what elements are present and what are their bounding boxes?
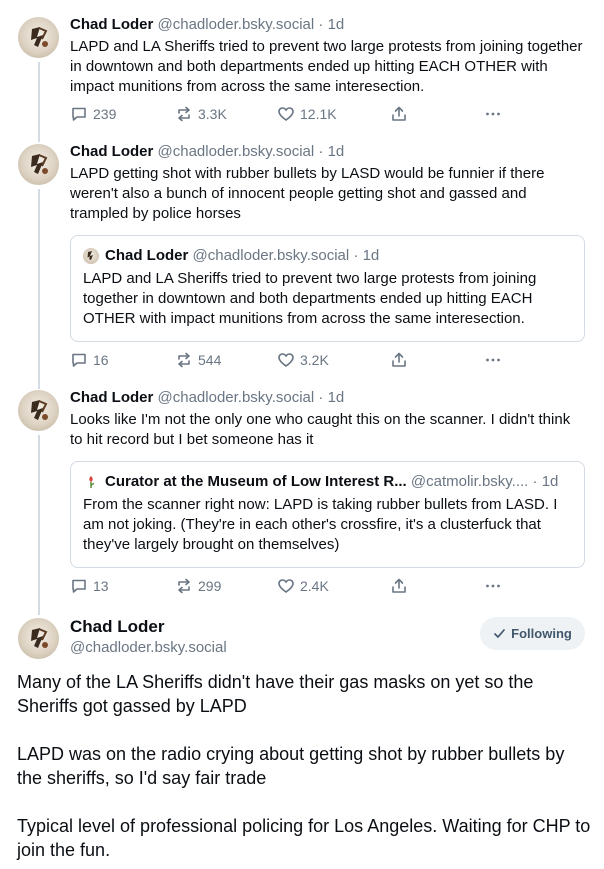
main-post-paragraph: LAPD was on the radio crying about getti… (17, 744, 565, 788)
reply-bubble-icon (72, 579, 86, 593)
author-handle[interactable]: @chadloder.bsky.social (158, 389, 315, 406)
more-dots-icon (486, 358, 500, 362)
separator-dot: · (532, 473, 538, 490)
separator-dot: · (353, 247, 359, 264)
reply-count: 16 (93, 352, 109, 368)
reply-button[interactable]: 16 (70, 350, 109, 370)
quote-text: LAPD and LA Sheriffs tried to prevent tw… (83, 270, 537, 327)
thread-post[interactable]: Chad Loder @chadloder.bsky.social · 1d L… (0, 0, 604, 135)
share-button[interactable] (390, 104, 408, 124)
thread-line (38, 435, 40, 615)
main-post-text: Many of the LA Sheriffs didn't have thei… (17, 670, 592, 869)
author-handle[interactable]: @chadloder.bsky.social (158, 16, 315, 33)
main-post-paragraph: Typical level of professional policing f… (17, 816, 591, 860)
quote-author-name: Curator at the Museum of Low Interest R.… (105, 473, 407, 490)
more-button[interactable] (484, 350, 502, 370)
avatar[interactable] (18, 144, 59, 185)
main-author-handle[interactable]: @chadloder.bsky.social (70, 639, 227, 657)
repost-count: 544 (198, 352, 222, 368)
like-count: 2.4K (300, 578, 329, 594)
separator-dot: · (318, 16, 324, 33)
reply-count: 239 (93, 106, 117, 122)
author-name[interactable]: Chad Loder (70, 16, 153, 33)
post-actions: 239 3.3K 12.1K (70, 104, 510, 124)
like-button[interactable]: 12.1K (277, 104, 337, 124)
share-upload-icon (392, 106, 406, 121)
quote-author-handle: @chadloder.bsky.social (192, 247, 350, 264)
like-count: 3.2K (300, 352, 329, 368)
more-button[interactable] (484, 576, 502, 596)
quote-avatar (83, 248, 99, 264)
reply-count: 13 (93, 578, 109, 594)
heart-icon (278, 107, 294, 121)
main-post-paragraph: Many of the LA Sheriffs didn't have thei… (17, 672, 534, 716)
repost-count: 299 (198, 578, 222, 594)
quote-time: 1d (362, 247, 380, 264)
following-label: Following (511, 626, 572, 641)
post-actions: 16 544 3.2K (70, 350, 510, 370)
quoted-post[interactable]: Chad Loder @chadloder.bsky.social · 1d L… (70, 235, 585, 342)
author-name[interactable]: Chad Loder (70, 389, 153, 406)
repost-count: 3.3K (198, 106, 227, 122)
avatar[interactable] (18, 618, 59, 659)
quoted-post[interactable]: Curator at the Museum of Low Interest R.… (70, 461, 585, 568)
repost-button[interactable]: 299 (175, 576, 221, 596)
reply-bubble-icon (72, 353, 86, 367)
author-name[interactable]: Chad Loder (70, 143, 153, 160)
like-button[interactable]: 3.2K (277, 350, 329, 370)
share-upload-icon (392, 578, 406, 593)
share-button[interactable] (390, 576, 408, 596)
repost-arrows-icon (178, 352, 190, 368)
checkmark-icon (494, 629, 506, 638)
post-time[interactable]: 1d (328, 389, 345, 406)
heart-icon (278, 579, 294, 593)
author-handle[interactable]: @chadloder.bsky.social (158, 143, 315, 160)
post-actions: 13 299 2.4K (70, 576, 510, 596)
post-time[interactable]: 1d (328, 16, 345, 33)
quote-time: 1d (541, 473, 559, 490)
quote-author-handle: @catmolir.bsky.... (410, 473, 529, 490)
like-button[interactable]: 2.4K (277, 576, 329, 596)
post-text: LAPD getting shot with rubber bullets by… (70, 165, 545, 222)
thread-line (38, 189, 40, 389)
reply-button[interactable]: 239 (70, 104, 116, 124)
avatar[interactable] (18, 17, 59, 58)
separator-dot: · (318, 143, 324, 160)
following-button[interactable]: Following (480, 617, 585, 650)
reply-bubble-icon (72, 107, 86, 121)
quote-author-name: Chad Loder (105, 247, 189, 264)
more-dots-icon (486, 584, 500, 588)
separator-dot: · (318, 389, 324, 406)
avatar[interactable] (18, 390, 59, 431)
main-author-name[interactable]: Chad Loder (70, 617, 164, 637)
reply-button[interactable]: 13 (70, 576, 109, 596)
repost-arrows-icon (178, 578, 190, 594)
repost-arrows-icon (178, 106, 190, 122)
quote-avatar (83, 474, 99, 490)
repost-button[interactable]: 3.3K (175, 104, 227, 124)
share-button[interactable] (390, 350, 408, 370)
like-count: 12.1K (300, 106, 337, 122)
post-text: LAPD and LA Sheriffs tried to prevent tw… (70, 38, 583, 95)
post-time[interactable]: 1d (328, 143, 345, 160)
share-upload-icon (392, 352, 406, 367)
post-text: Looks like I'm not the only one who caug… (70, 411, 571, 448)
heart-icon (278, 353, 294, 367)
more-button[interactable] (484, 104, 502, 124)
quote-text: From the scanner right now: LAPD is taki… (83, 496, 558, 553)
repost-button[interactable]: 544 (175, 350, 221, 370)
more-dots-icon (486, 112, 500, 116)
